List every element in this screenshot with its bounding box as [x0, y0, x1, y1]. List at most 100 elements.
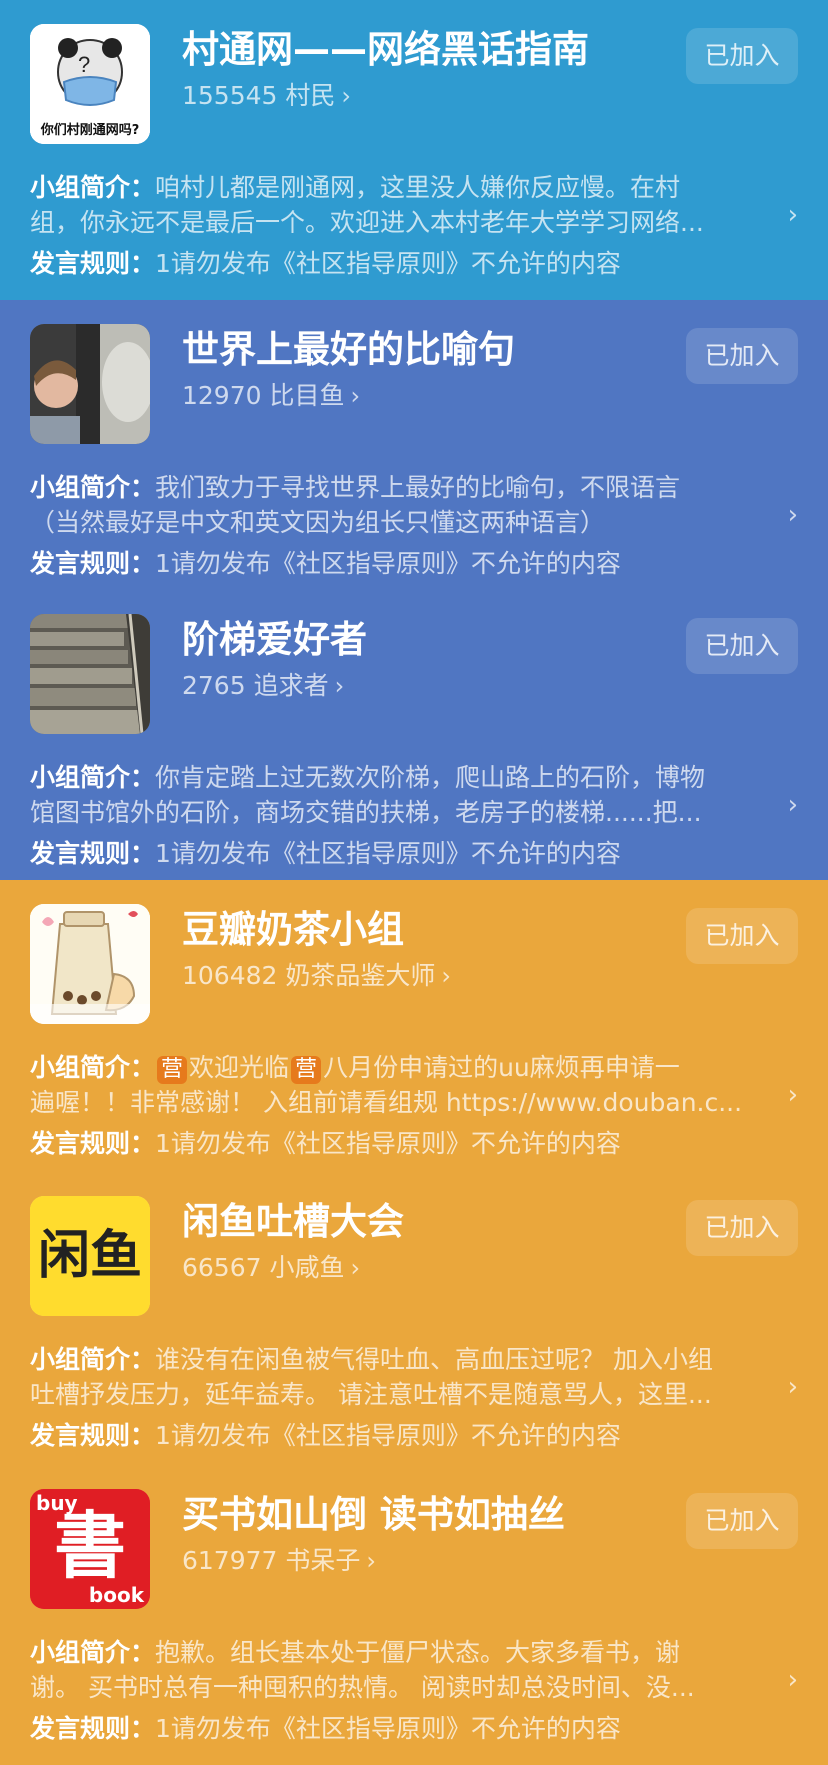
joined-button[interactable]: 已加入	[686, 328, 798, 384]
group-title[interactable]: 豆瓣奶茶小组	[182, 904, 404, 956]
member-count[interactable]: 2765 追求者 ›	[182, 668, 344, 704]
stairs-photo-icon	[30, 614, 150, 734]
joined-button[interactable]: 已加入	[686, 1493, 798, 1549]
intro-text-line1: 谁没有在闲鱼被气得吐血、高血压过呢？ 加入小组	[155, 1345, 713, 1374]
member-count-text: 106482 奶茶品鉴大师	[182, 961, 436, 990]
group-rule: 发言规则：1请勿发布《社区指导原则》不允许的内容	[30, 546, 621, 581]
chevron-right-icon[interactable]: ›	[788, 1372, 798, 1402]
camp-badge: 营	[291, 1056, 322, 1084]
group-rule: 发言规则：1请勿发布《社区指导原则》不允许的内容	[30, 836, 621, 871]
intro-label: 小组简介：	[30, 173, 156, 202]
intro-label: 小组简介：	[30, 763, 156, 792]
intro-text-line1: 咱村儿都是刚通网，这里没人嫌你反应慢。在村	[155, 173, 681, 202]
rule-label: 发言规则：	[30, 1421, 156, 1450]
rule-text: 1请勿发布《社区指导原则》不允许的内容	[155, 1129, 621, 1158]
intro-text-line2: 馆图书馆外的石阶，商场交错的扶梯，老房子的楼梯......把...	[30, 798, 702, 827]
intro-text-line1: 我们致力于寻找世界上最好的比喻句，不限语言	[155, 473, 681, 502]
camp-badge: 营	[157, 1056, 188, 1084]
group-rule: 发言规则：1请勿发布《社区指导原则》不允许的内容	[30, 1711, 621, 1746]
group-avatar[interactable]: 闲鱼	[30, 1196, 150, 1316]
chevron-right-icon[interactable]: ›	[788, 1080, 798, 1110]
member-count[interactable]: 66567 小咸鱼 ›	[182, 1250, 360, 1286]
chevron-right-icon: ›	[366, 1547, 376, 1575]
milk-tea-icon	[30, 904, 150, 1024]
member-count[interactable]: 155545 村民 ›	[182, 78, 351, 114]
chevron-right-icon[interactable]: ›	[788, 200, 798, 230]
logo-bottom-text: book	[88, 1583, 144, 1607]
group-title[interactable]: 世界上最好的比喻句	[182, 324, 515, 376]
intro-label: 小组简介：	[30, 1053, 156, 1082]
group-intro[interactable]: 小组简介：咱村儿都是刚通网，这里没人嫌你反应慢。在村 组，你永远不是最后一个。欢…	[30, 170, 750, 240]
rule-text: 1请勿发布《社区指导原则》不允许的内容	[155, 1421, 621, 1450]
group-card[interactable]: 阶梯爱好者 2765 追求者 › 已加入 小组简介：你肯定踏上过无数次阶梯，爬山路…	[0, 590, 828, 880]
svg-text:?: ?	[78, 52, 90, 77]
intro-text-line2: （当然最好是中文和英文因为组长只懂这两种语言）	[30, 508, 606, 537]
intro-label: 小组简介：	[30, 1345, 156, 1374]
member-count[interactable]: 617977 书呆子 ›	[182, 1543, 376, 1579]
rule-text: 1请勿发布《社区指导原则》不允许的内容	[155, 549, 621, 578]
joined-button[interactable]: 已加入	[686, 618, 798, 674]
movie-still-icon	[30, 324, 150, 444]
group-card[interactable]: 豆瓣奶茶小组 106482 奶茶品鉴大师 › 已加入 小组简介：营欢迎光临营八月份…	[0, 880, 828, 1172]
group-card[interactable]: buy 書 book 买书如山倒 读书如抽丝 617977 书呆子 › 已加入 小…	[0, 1465, 828, 1765]
joined-button[interactable]: 已加入	[686, 28, 798, 84]
group-title[interactable]: 买书如山倒 读书如抽丝	[182, 1489, 565, 1541]
rule-label: 发言规则：	[30, 549, 156, 578]
group-intro[interactable]: 小组简介：谁没有在闲鱼被气得吐血、高血压过呢？ 加入小组 吐槽抒发压力，延年益寿…	[30, 1342, 750, 1412]
chevron-right-icon: ›	[350, 1254, 361, 1282]
rule-label: 发言规则：	[30, 249, 156, 278]
rule-label: 发言规则：	[30, 1714, 156, 1743]
rule-label: 发言规则：	[30, 839, 156, 868]
avatar-caption: 你们村刚通网吗?	[40, 123, 140, 138]
rule-text: 1请勿发布《社区指导原则》不允许的内容	[155, 249, 621, 278]
member-count-text: 12970 比目鱼	[182, 381, 345, 410]
group-avatar[interactable]	[30, 904, 150, 1024]
group-avatar[interactable]: ? 你们村刚通网吗?	[30, 24, 150, 144]
joined-button[interactable]: 已加入	[686, 908, 798, 964]
intro-text-line2: 组，你永远不是最后一个。欢迎进入本村老年大学学习网络...	[30, 208, 704, 237]
joined-button[interactable]: 已加入	[686, 1200, 798, 1256]
group-rule: 发言规则：1请勿发布《社区指导原则》不允许的内容	[30, 246, 621, 281]
member-count-text: 2765 追求者	[182, 671, 329, 700]
group-intro[interactable]: 小组简介：你肯定踏上过无数次阶梯，爬山路上的石阶，博物 馆图书馆外的石阶，商场交…	[30, 760, 750, 830]
rule-text: 1请勿发布《社区指导原则》不允许的内容	[155, 839, 621, 868]
intro-label: 小组简介：	[30, 1638, 156, 1667]
logo-text: 闲鱼	[37, 1226, 142, 1286]
member-count-text: 617977 书呆子	[182, 1546, 361, 1575]
chevron-right-icon: ›	[341, 82, 351, 110]
group-avatar[interactable]: buy 書 book	[30, 1489, 150, 1609]
chevron-right-icon[interactable]: ›	[788, 500, 798, 530]
chevron-right-icon[interactable]: ›	[788, 790, 798, 820]
group-rule: 发言规则：1请勿发布《社区指导原则》不允许的内容	[30, 1126, 621, 1161]
intro-text-line1b: 八月份申请过的uu麻烦再申请一	[323, 1053, 680, 1082]
intro-text-line2: 谢。 买书时总有一种囤积的热情。 阅读时却总没时间、没...	[30, 1673, 695, 1702]
intro-text-line2: 吐槽抒发压力，延年益寿。 请注意吐槽不是随意骂人，这里...	[30, 1380, 712, 1409]
group-intro[interactable]: 小组简介：我们致力于寻找世界上最好的比喻句，不限语言 （当然最好是中文和英文因为…	[30, 470, 750, 540]
group-avatar[interactable]	[30, 324, 150, 444]
group-card[interactable]: 世界上最好的比喻句 12970 比目鱼 › 已加入 小组简介：我们致力于寻找世界上…	[0, 300, 828, 590]
logo-char: 書	[53, 1504, 126, 1588]
intro-text-line2: 遍喔！！非常感谢！ 入组前请看组规 https://www.douban.c..…	[30, 1088, 743, 1117]
intro-text-line1: 你肯定踏上过无数次阶梯，爬山路上的石阶，博物	[155, 763, 706, 792]
group-intro[interactable]: 小组简介：营欢迎光临营八月份申请过的uu麻烦再申请一 遍喔！！非常感谢！ 入组前…	[30, 1050, 750, 1120]
group-intro[interactable]: 小组简介：抱歉。组长基本处于僵尸状态。大家多看书，谢 谢。 买书时总有一种囤积的…	[30, 1635, 750, 1705]
group-title[interactable]: 村通网——网络黑话指南	[182, 24, 589, 76]
group-rule: 发言规则：1请勿发布《社区指导原则》不允许的内容	[30, 1418, 621, 1453]
member-count[interactable]: 12970 比目鱼 ›	[182, 378, 360, 414]
member-count-text: 66567 小咸鱼	[182, 1253, 345, 1282]
group-title[interactable]: 闲鱼吐槽大会	[182, 1196, 404, 1248]
intro-text-line1: 抱歉。组长基本处于僵尸状态。大家多看书，谢	[155, 1638, 681, 1667]
group-card[interactable]: 闲鱼 闲鱼吐槽大会 66567 小咸鱼 › 已加入 小组简介：谁没有在闲鱼被气得吐…	[0, 1172, 828, 1465]
intro-text-line1a: 欢迎光临	[189, 1053, 290, 1082]
group-avatar[interactable]	[30, 614, 150, 734]
group-title[interactable]: 阶梯爱好者	[182, 614, 367, 666]
chevron-right-icon: ›	[334, 672, 345, 700]
chevron-right-icon: ›	[350, 382, 361, 410]
group-card[interactable]: ? 你们村刚通网吗? 村通网——网络黑话指南 155545 村民 › 已加入 小组…	[0, 0, 828, 300]
chevron-right-icon[interactable]: ›	[788, 1665, 798, 1695]
chevron-right-icon: ›	[441, 962, 451, 990]
rule-text: 1请勿发布《社区指导原则》不允许的内容	[155, 1714, 621, 1743]
intro-label: 小组简介：	[30, 473, 156, 502]
member-count[interactable]: 106482 奶茶品鉴大师 ›	[182, 958, 451, 994]
rule-label: 发言规则：	[30, 1129, 156, 1158]
